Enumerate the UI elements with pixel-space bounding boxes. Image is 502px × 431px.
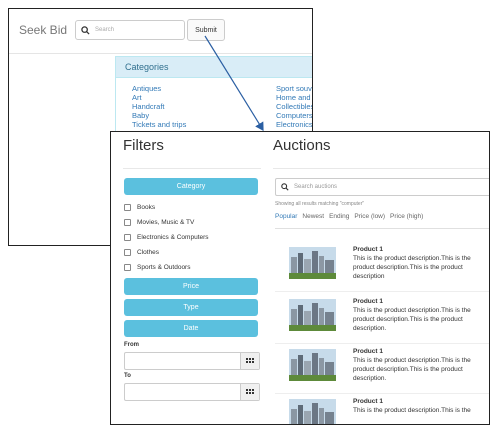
from-label: From bbox=[124, 342, 139, 348]
sort-tab-popular[interactable]: Popular bbox=[275, 212, 297, 226]
sort-divider bbox=[275, 228, 489, 229]
search-placeholder: Search auctions bbox=[294, 184, 338, 190]
calendar-button[interactable] bbox=[240, 353, 259, 369]
calendar-icon bbox=[246, 388, 254, 394]
checkbox-books[interactable]: Books bbox=[124, 202, 155, 212]
results-summary: Showing all results matching "computer" bbox=[275, 201, 365, 207]
checkbox-icon bbox=[124, 233, 131, 241]
category-link[interactable]: Computers bbox=[276, 111, 312, 120]
sort-tab-newest[interactable]: Newest bbox=[302, 212, 324, 226]
calendar-button[interactable] bbox=[240, 384, 259, 400]
category-link[interactable]: Collectibles bbox=[276, 102, 312, 111]
auctions-heading: Auctions bbox=[273, 137, 331, 154]
search-input[interactable]: Search bbox=[75, 20, 185, 40]
sort-tabs: Popular Newest Ending Price (low) Price … bbox=[275, 212, 489, 226]
checkbox-clothes[interactable]: Clothes bbox=[124, 247, 159, 257]
sort-tab-ending[interactable]: Ending bbox=[329, 212, 349, 226]
auction-list-item[interactable]: Product 1 This is the product descriptio… bbox=[275, 295, 489, 344]
type-filter-button[interactable]: Type bbox=[124, 299, 258, 316]
checkbox-icon bbox=[124, 218, 131, 226]
category-link[interactable]: Handcraft bbox=[132, 102, 186, 111]
price-filter-button[interactable]: Price bbox=[124, 278, 258, 295]
date-filter-button[interactable]: Date bbox=[124, 320, 258, 337]
checkbox-movies-music-tv[interactable]: Movies, Music & TV bbox=[124, 217, 194, 227]
category-link[interactable]: Tickets and trips bbox=[132, 120, 186, 129]
search-icon bbox=[81, 25, 90, 35]
checkbox-label: Electronics & Computers bbox=[137, 233, 209, 241]
sort-tab-price-low[interactable]: Price (low) bbox=[354, 212, 385, 226]
product-title[interactable]: Product 1 bbox=[353, 398, 383, 405]
category-link[interactable]: Baby bbox=[132, 111, 186, 120]
auctions-divider bbox=[273, 168, 489, 169]
checkbox-electronics-computers[interactable]: Electronics & Computers bbox=[124, 232, 209, 242]
checkbox-sports-outdoors[interactable]: Sports & Outdoors bbox=[124, 262, 190, 272]
product-description: This is the product description.This is … bbox=[353, 307, 471, 332]
filters-divider bbox=[123, 168, 261, 169]
product-thumbnail[interactable] bbox=[289, 349, 336, 381]
sort-tab-price-high[interactable]: Price (high) bbox=[390, 212, 423, 226]
auction-list-item[interactable]: Product 1 This is the product descriptio… bbox=[275, 395, 489, 424]
product-title[interactable]: Product 1 bbox=[353, 298, 383, 305]
checkbox-label: Books bbox=[137, 203, 156, 211]
category-filter-button[interactable]: Category bbox=[124, 178, 258, 195]
checkbox-label: Clothes bbox=[137, 248, 160, 256]
product-thumbnail[interactable] bbox=[289, 299, 336, 331]
checkbox-icon bbox=[124, 263, 131, 271]
category-link[interactable]: Home and g bbox=[276, 93, 312, 102]
to-date-input[interactable] bbox=[124, 383, 260, 401]
categories-column-2: Sport souve Home and g Collectibles Comp… bbox=[276, 84, 312, 129]
search-placeholder: Search bbox=[95, 27, 115, 33]
product-description: This is the product description.This is … bbox=[353, 357, 471, 382]
product-title[interactable]: Product 1 bbox=[353, 246, 383, 253]
auction-search-input[interactable]: Search auctions bbox=[275, 178, 489, 196]
categories-column-1: Antiques Art Handcraft Baby Tickets and … bbox=[132, 84, 186, 129]
search-results-window: Filters Auctions Category Books Movies, … bbox=[110, 131, 490, 425]
product-title[interactable]: Product 1 bbox=[353, 348, 383, 355]
category-link[interactable]: Sport souve bbox=[276, 84, 312, 93]
checkbox-label: Sports & Outdoors bbox=[137, 263, 191, 271]
product-description: This is the product description.This is … bbox=[353, 407, 471, 414]
auction-list-item[interactable]: Product 1 This is the product descriptio… bbox=[275, 345, 489, 394]
calendar-icon bbox=[246, 357, 254, 363]
to-label: To bbox=[124, 373, 131, 379]
checkbox-label: Movies, Music & TV bbox=[137, 218, 195, 226]
top-navbar: Seek Bid Search Submit bbox=[9, 9, 312, 54]
auction-list-item[interactable]: Product 1 This is the product descriptio… bbox=[275, 243, 489, 292]
from-date-input[interactable] bbox=[124, 352, 260, 370]
filters-heading: Filters bbox=[123, 137, 164, 154]
category-link[interactable]: Electronics bbox=[276, 120, 312, 129]
product-thumbnail[interactable] bbox=[289, 247, 336, 279]
checkbox-icon bbox=[124, 203, 131, 211]
search-icon bbox=[281, 183, 289, 191]
product-description: This is the product description.This is … bbox=[353, 255, 471, 280]
category-link[interactable]: Art bbox=[132, 93, 186, 102]
category-link[interactable]: Antiques bbox=[132, 84, 186, 93]
product-thumbnail[interactable] bbox=[289, 399, 336, 424]
brand-logo[interactable]: Seek Bid bbox=[19, 23, 67, 37]
categories-heading: Categories bbox=[116, 57, 312, 78]
checkbox-icon bbox=[124, 248, 131, 256]
submit-button[interactable]: Submit bbox=[187, 19, 225, 41]
